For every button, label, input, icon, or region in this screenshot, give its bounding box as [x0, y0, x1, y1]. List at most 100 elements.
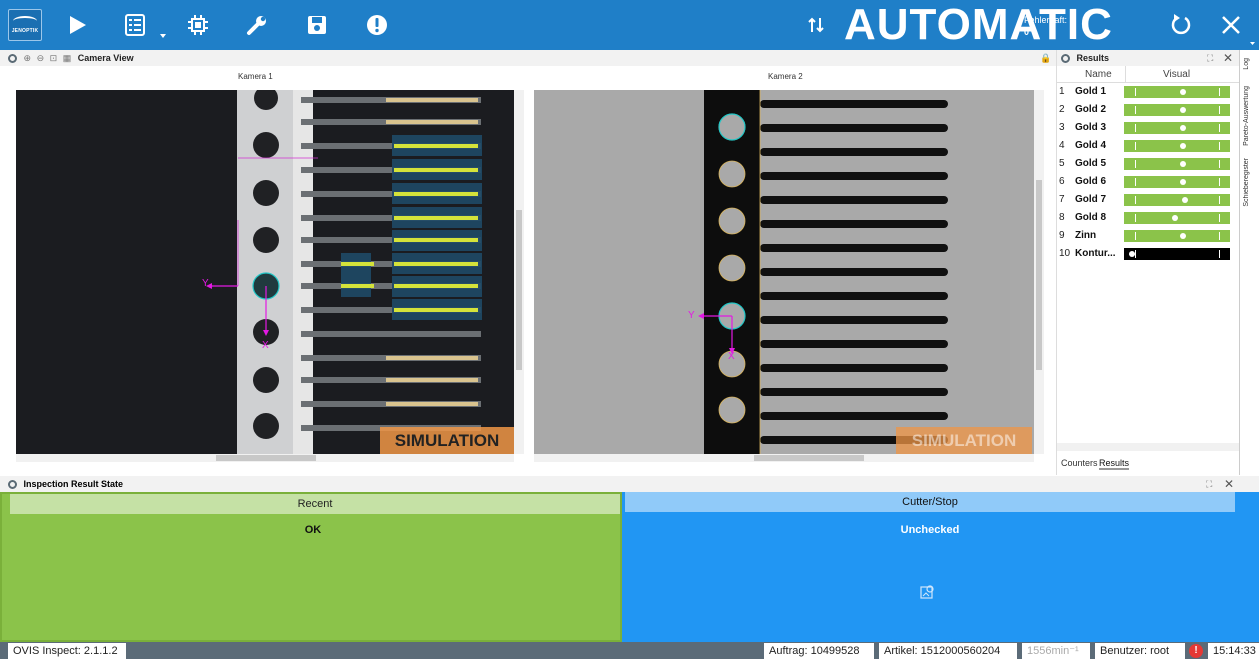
limit-tick — [1219, 106, 1220, 114]
checklist-button[interactable] — [120, 10, 166, 40]
results-table-header: Name Visual — [1057, 66, 1240, 83]
camera2-vscroll[interactable] — [1034, 90, 1044, 454]
result-row-number: 10 — [1059, 248, 1071, 259]
result-row-number: 5 — [1059, 158, 1065, 169]
result-row[interactable]: 5 Gold 5 — [1057, 156, 1240, 172]
camera1-image[interactable]: Y X SIMULATION — [16, 90, 514, 454]
result-row[interactable]: 6 Gold 6 — [1057, 174, 1240, 190]
camera-view-title: Camera View — [77, 53, 134, 63]
limit-tick — [1219, 196, 1220, 204]
limit-tick — [1135, 142, 1136, 150]
result-row[interactable]: 3 Gold 3 — [1057, 120, 1240, 136]
reset-button[interactable] — [1166, 10, 1196, 40]
close-panel-icon[interactable]: ✕ — [1224, 476, 1234, 492]
result-row-number: 4 — [1059, 140, 1065, 151]
result-row-name: Gold 3 — [1075, 122, 1107, 133]
result-row[interactable]: 7 Gold 7 — [1057, 192, 1240, 208]
result-row-name: Gold 7 — [1075, 194, 1107, 205]
limit-tick — [1135, 178, 1136, 186]
results-title: Results — [1076, 53, 1110, 63]
simulation-overlay-2: SIMULATION — [896, 427, 1032, 454]
close-button[interactable] — [1216, 10, 1246, 40]
result-row[interactable]: 2 Gold 2 — [1057, 102, 1240, 118]
result-value-marker — [1182, 197, 1188, 203]
result-row[interactable]: 9 Zinn — [1057, 228, 1240, 244]
status-bar: OVIS Inspect: 2.1.1.2 Auftrag: 10499528 … — [0, 642, 1259, 659]
result-value-marker — [1180, 107, 1186, 113]
result-value-marker — [1129, 251, 1135, 257]
exclamation-icon — [367, 15, 387, 35]
limit-tick — [1219, 214, 1220, 222]
result-row[interactable]: 8 Gold 8 — [1057, 210, 1240, 226]
simulation-overlay: SIMULATION — [380, 427, 514, 454]
gear-icon[interactable] — [8, 54, 17, 64]
clock-label: 15:14:33 — [1208, 643, 1259, 659]
tab-schieberegister[interactable]: Schieberegister — [1243, 158, 1250, 207]
recent-value: OK — [304, 524, 322, 536]
result-row[interactable]: 10 Kontur... — [1057, 246, 1240, 262]
checklist-icon — [125, 14, 145, 36]
limit-tick — [1135, 88, 1136, 96]
result-row-name: Gold 4 — [1075, 140, 1107, 151]
save-button[interactable] — [302, 10, 332, 40]
play-button[interactable] — [62, 10, 92, 40]
zoom-in-icon[interactable]: ⊕ — [24, 53, 32, 63]
reset-icon — [1171, 14, 1191, 35]
tab-pareto[interactable]: Pareto-Auswertung — [1243, 86, 1250, 146]
inspection-header: Inspection Result State ⛶ ✕ — [0, 476, 1259, 492]
tab-counters[interactable]: Counters — [1061, 458, 1098, 468]
result-visual-bar — [1124, 140, 1230, 152]
result-row-name: Gold 6 — [1075, 176, 1107, 187]
cutter-value: Unchecked — [900, 524, 960, 536]
warning-button[interactable] — [362, 10, 392, 40]
result-row-number: 1 — [1059, 86, 1065, 97]
result-value-marker — [1180, 143, 1186, 149]
camera1-label: Kamera 1 — [238, 72, 273, 81]
result-visual-bar — [1124, 248, 1230, 260]
gear-icon[interactable] — [1061, 54, 1070, 64]
result-value-marker — [1172, 215, 1178, 221]
camera1-hscroll[interactable] — [16, 454, 514, 462]
results-hscroll[interactable] — [1057, 443, 1240, 451]
camera-view-header: ⊕ ⊖ ⊡ ▦ Camera View 🔒 — [0, 50, 1056, 66]
limit-tick — [1135, 250, 1136, 258]
chip-button[interactable] — [183, 10, 213, 40]
inspection-title: Inspection Result State — [23, 479, 124, 489]
camera2-hscroll[interactable] — [534, 454, 1034, 462]
cutter-label: Cutter/Stop — [625, 492, 1235, 512]
image-search-icon[interactable] — [920, 584, 936, 600]
speed-label: 1556min⁻¹ — [1022, 643, 1090, 659]
settings-wrench-button[interactable] — [242, 10, 272, 40]
column-name-header[interactable]: Name — [1085, 66, 1112, 83]
close-panel-icon[interactable]: ✕ — [1223, 50, 1233, 66]
result-value-marker — [1180, 161, 1186, 167]
grid-icon[interactable]: ▦ — [63, 53, 72, 63]
zoom-out-icon[interactable]: ⊖ — [37, 53, 45, 63]
result-visual-bar — [1124, 194, 1230, 206]
tab-results[interactable]: Results — [1099, 458, 1130, 470]
result-visual-bar — [1124, 176, 1230, 188]
zoom-fit-icon[interactable]: ⊡ — [50, 53, 58, 63]
camera2-image[interactable]: Y X SIMULATION — [534, 90, 1034, 454]
result-visual-bar — [1124, 104, 1230, 116]
play-icon — [70, 16, 86, 34]
column-visual-header[interactable]: Visual — [1163, 66, 1190, 83]
maximize-icon[interactable]: ⛶ — [1207, 50, 1213, 66]
axis-x-label-2: X — [728, 351, 735, 362]
result-row[interactable]: 1 Gold 1 — [1057, 84, 1240, 100]
chip-icon — [188, 15, 208, 35]
result-row[interactable]: 4 Gold 4 — [1057, 138, 1240, 154]
maximize-icon[interactable]: ⛶ — [1206, 476, 1212, 492]
gear-icon[interactable] — [8, 480, 17, 490]
result-visual-bar — [1124, 86, 1230, 98]
lock-icon[interactable]: 🔒 — [1040, 50, 1051, 66]
limit-tick — [1135, 232, 1136, 240]
camera1-vscroll[interactable] — [514, 90, 524, 454]
error-indicator-icon[interactable]: ! — [1189, 644, 1203, 658]
cutter-stop-tile: Cutter/Stop Unchecked — [622, 492, 1259, 642]
tab-log[interactable]: Log — [1243, 58, 1250, 70]
save-icon — [308, 16, 326, 34]
artikel-label: Artikel: 1512000560204 — [879, 643, 1017, 659]
results-header: Results ⛶ ✕ — [1057, 50, 1240, 66]
swap-button[interactable] — [801, 10, 831, 40]
